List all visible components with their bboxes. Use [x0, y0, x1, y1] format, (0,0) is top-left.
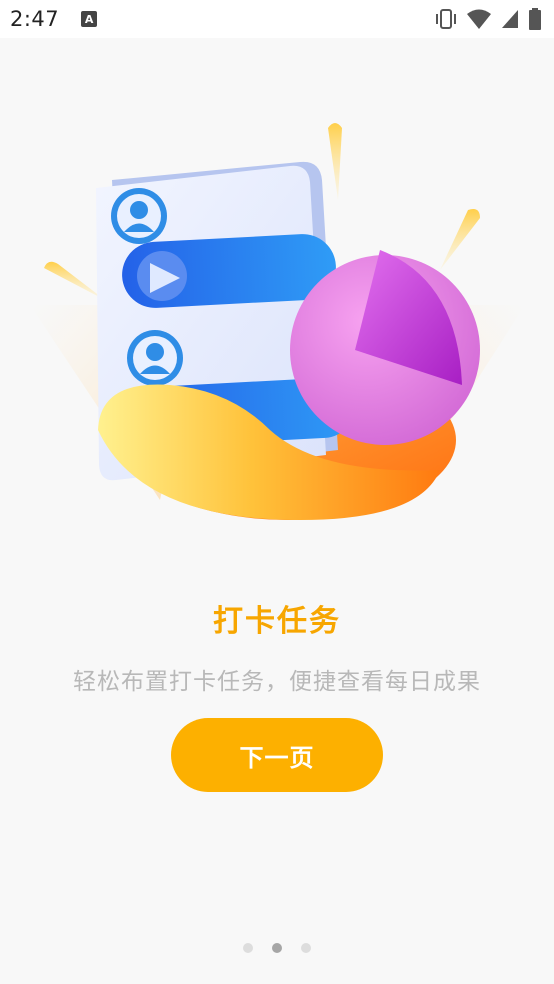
signal-icon — [500, 8, 520, 30]
page-indicator — [0, 943, 554, 953]
status-time: 2:47 — [10, 7, 60, 31]
page-dot-3[interactable] — [301, 943, 311, 953]
status-bar: 2:47 A — [0, 0, 554, 38]
wifi-icon — [466, 8, 492, 30]
onboarding-title: 打卡任务 — [213, 604, 341, 639]
onboarding-illustration — [0, 110, 554, 540]
page-dot-2-active[interactable] — [272, 943, 282, 953]
onboarding-subtitle: 轻松布置打卡任务，便捷查看每日成果 — [73, 669, 481, 695]
status-right — [434, 7, 542, 31]
page-dot-1[interactable] — [243, 943, 253, 953]
next-page-button[interactable]: 下一页 — [171, 718, 383, 792]
battery-icon — [528, 7, 542, 31]
status-left: 2:47 A — [10, 7, 98, 31]
vibrate-icon — [434, 8, 458, 30]
a-letter-icon: A — [81, 11, 98, 27]
